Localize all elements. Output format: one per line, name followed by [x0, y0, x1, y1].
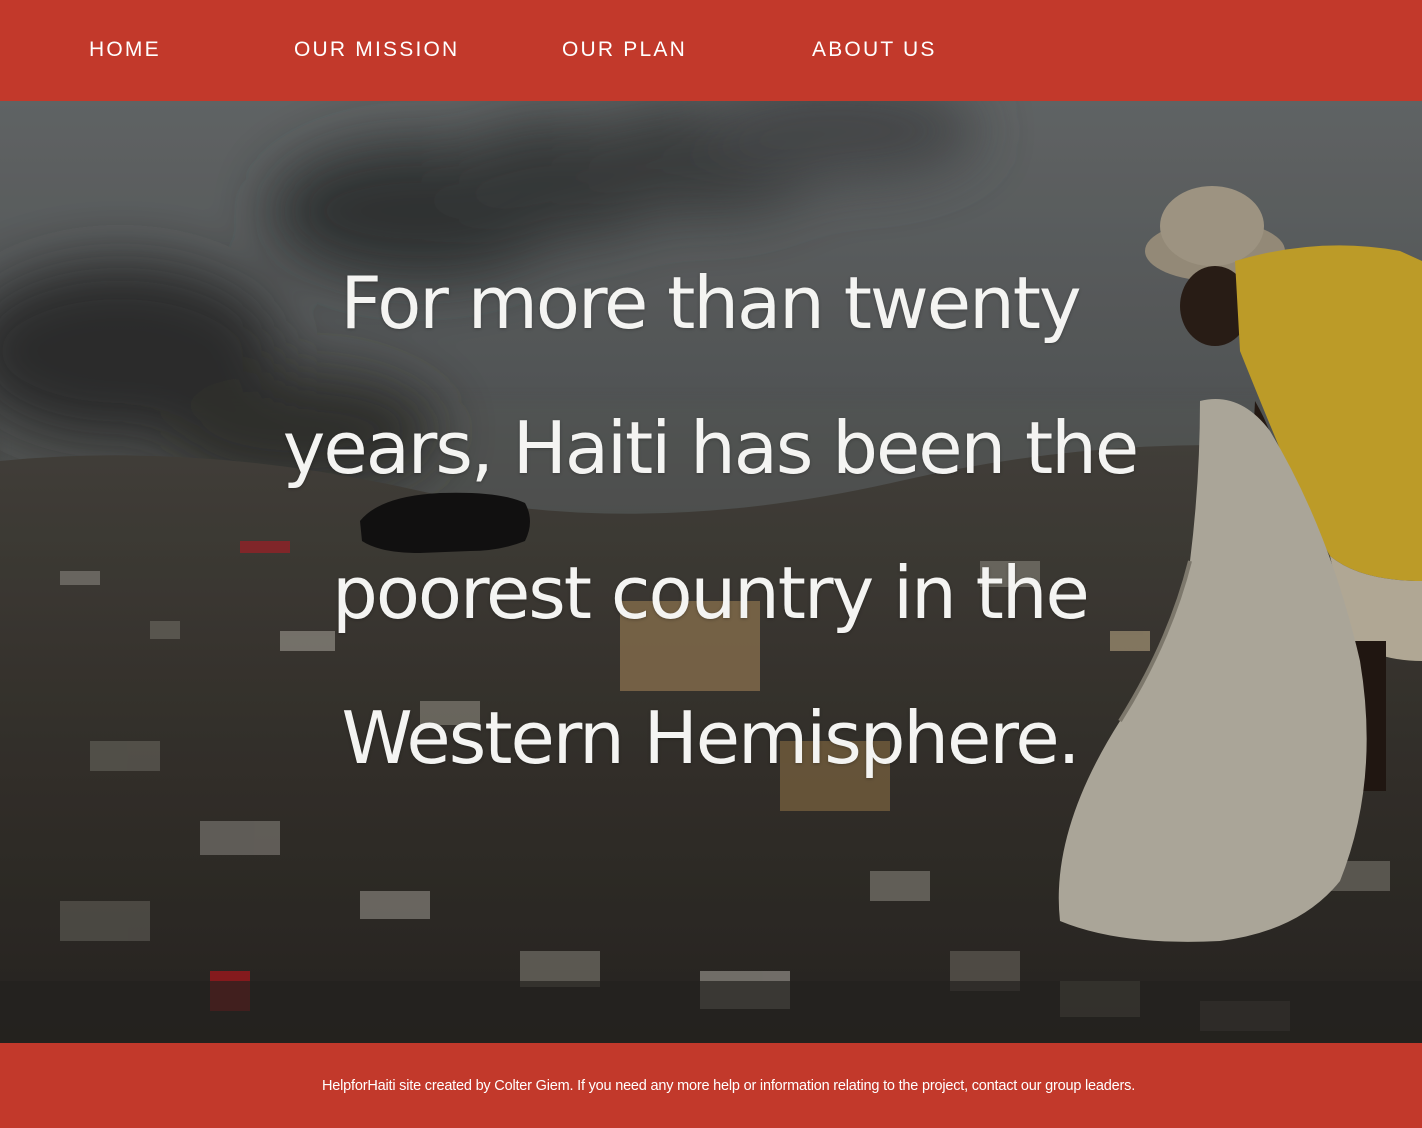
- nav-link-our-plan[interactable]: OUR PLAN: [562, 36, 687, 64]
- hero-section: For more than twenty years, Haiti has be…: [0, 101, 1422, 1043]
- top-nav: HOME OUR MISSION OUR PLAN ABOUT US: [0, 0, 1422, 101]
- footer: HelpforHaiti site created by Colter Giem…: [0, 1043, 1422, 1128]
- nav-link-about-us[interactable]: ABOUT US: [812, 36, 937, 64]
- nav-link-our-mission[interactable]: OUR MISSION: [294, 36, 459, 64]
- footer-credits: HelpforHaiti site created by Colter Giem…: [322, 1078, 1136, 1094]
- page: HOME OUR MISSION OUR PLAN ABOUT US For m…: [0, 0, 1422, 1128]
- nav-link-home[interactable]: HOME: [89, 36, 161, 64]
- hero-headline: For more than twenty years, Haiti has be…: [282, 261, 1139, 780]
